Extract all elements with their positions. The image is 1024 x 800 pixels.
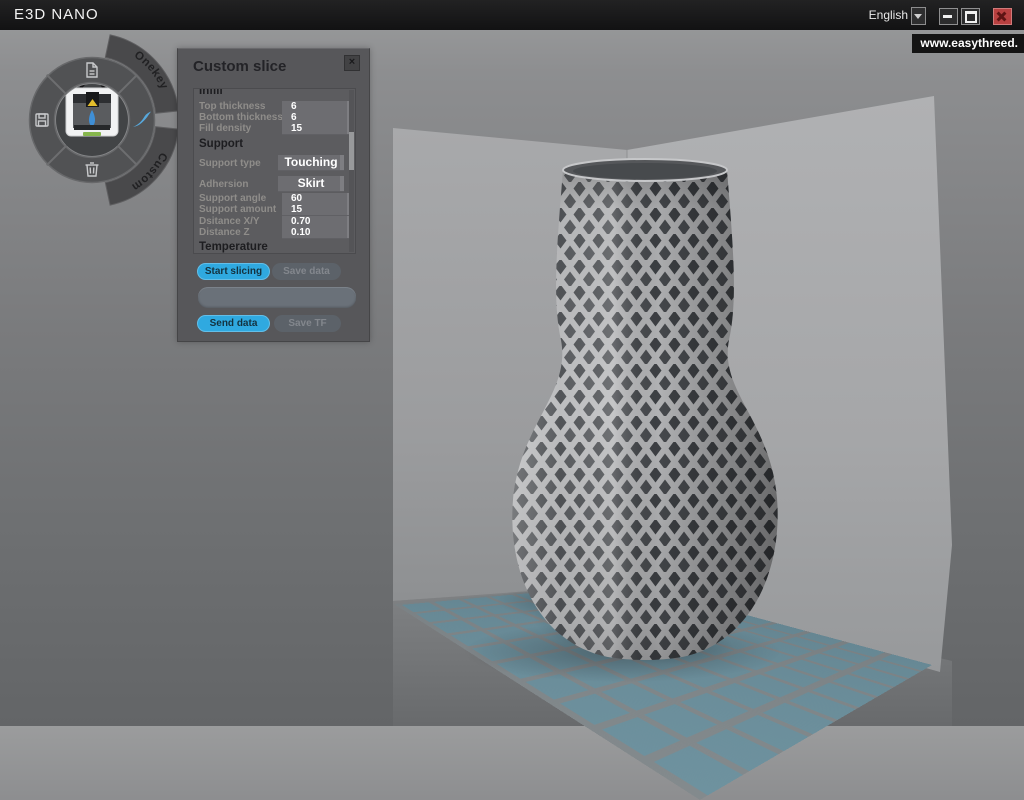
setting-label: Top thickness [199, 101, 266, 112]
setting-label: Dsitance X/Y [199, 216, 260, 227]
panel-title: Custom slice [193, 58, 286, 75]
minimize-button[interactable] [939, 8, 958, 25]
setting-label: Distance Z [199, 227, 250, 238]
plate-shading [394, 583, 932, 800]
scrollbar-track[interactable] [349, 90, 354, 252]
setting-label: Fill density [199, 123, 251, 134]
section-header-infill: Infill [199, 88, 223, 97]
build-plate [394, 583, 932, 800]
app-window: { "title_bar": { "app_title": "E3D NANO"… [0, 0, 1024, 726]
setting-label: Support amount [199, 204, 276, 215]
section-header-temperature: Temperature [199, 241, 268, 253]
maximize-button[interactable] [961, 8, 980, 25]
slicing-progress-bar [198, 287, 356, 308]
language-dropdown[interactable] [911, 7, 926, 25]
settings-scroll-area: Infill Top thickness 6 Bottom thickness … [193, 88, 356, 254]
minimize-icon [943, 15, 952, 18]
title-bar: E3D NANO English [0, 0, 1024, 30]
vase-rim [563, 159, 727, 181]
setting-label: Adhersion [199, 179, 248, 190]
fill-density-field[interactable]: 15 [282, 123, 351, 135]
app-title: E3D NANO [14, 6, 99, 23]
setting-label: Bottom thickness [199, 112, 283, 123]
wall-right [627, 96, 952, 672]
chevron-down-icon [914, 14, 922, 19]
section-header-support: Support [199, 138, 243, 150]
custom-slice-panel: Custom slice × Infill Top thickness 6 Bo… [177, 48, 370, 342]
start-slicing-button[interactable]: Start slicing [197, 263, 270, 280]
save-data-button[interactable]: Save data [272, 263, 341, 280]
wall-left [393, 128, 627, 601]
adhersion-select[interactable]: Skirt [278, 176, 344, 192]
send-data-button[interactable]: Send data [197, 315, 270, 332]
setting-label: Support angle [199, 193, 266, 204]
setting-label: Support type [199, 158, 261, 169]
support-type-select[interactable]: Touching [278, 155, 344, 171]
close-window-button[interactable] [993, 8, 1012, 25]
scrollbar-thumb[interactable] [349, 132, 354, 170]
save-tf-button[interactable]: Save TF [274, 315, 341, 332]
distance-z-field[interactable]: 0.10 [282, 227, 351, 239]
wheel-menu: Onekey Custom [2, 26, 188, 216]
website-badge: www.easythreed. [912, 34, 1024, 53]
language-label: English [869, 8, 908, 22]
support-amount-field[interactable]: 15 [282, 204, 351, 216]
maximize-icon [965, 11, 977, 23]
panel-close-button[interactable]: × [344, 55, 360, 71]
